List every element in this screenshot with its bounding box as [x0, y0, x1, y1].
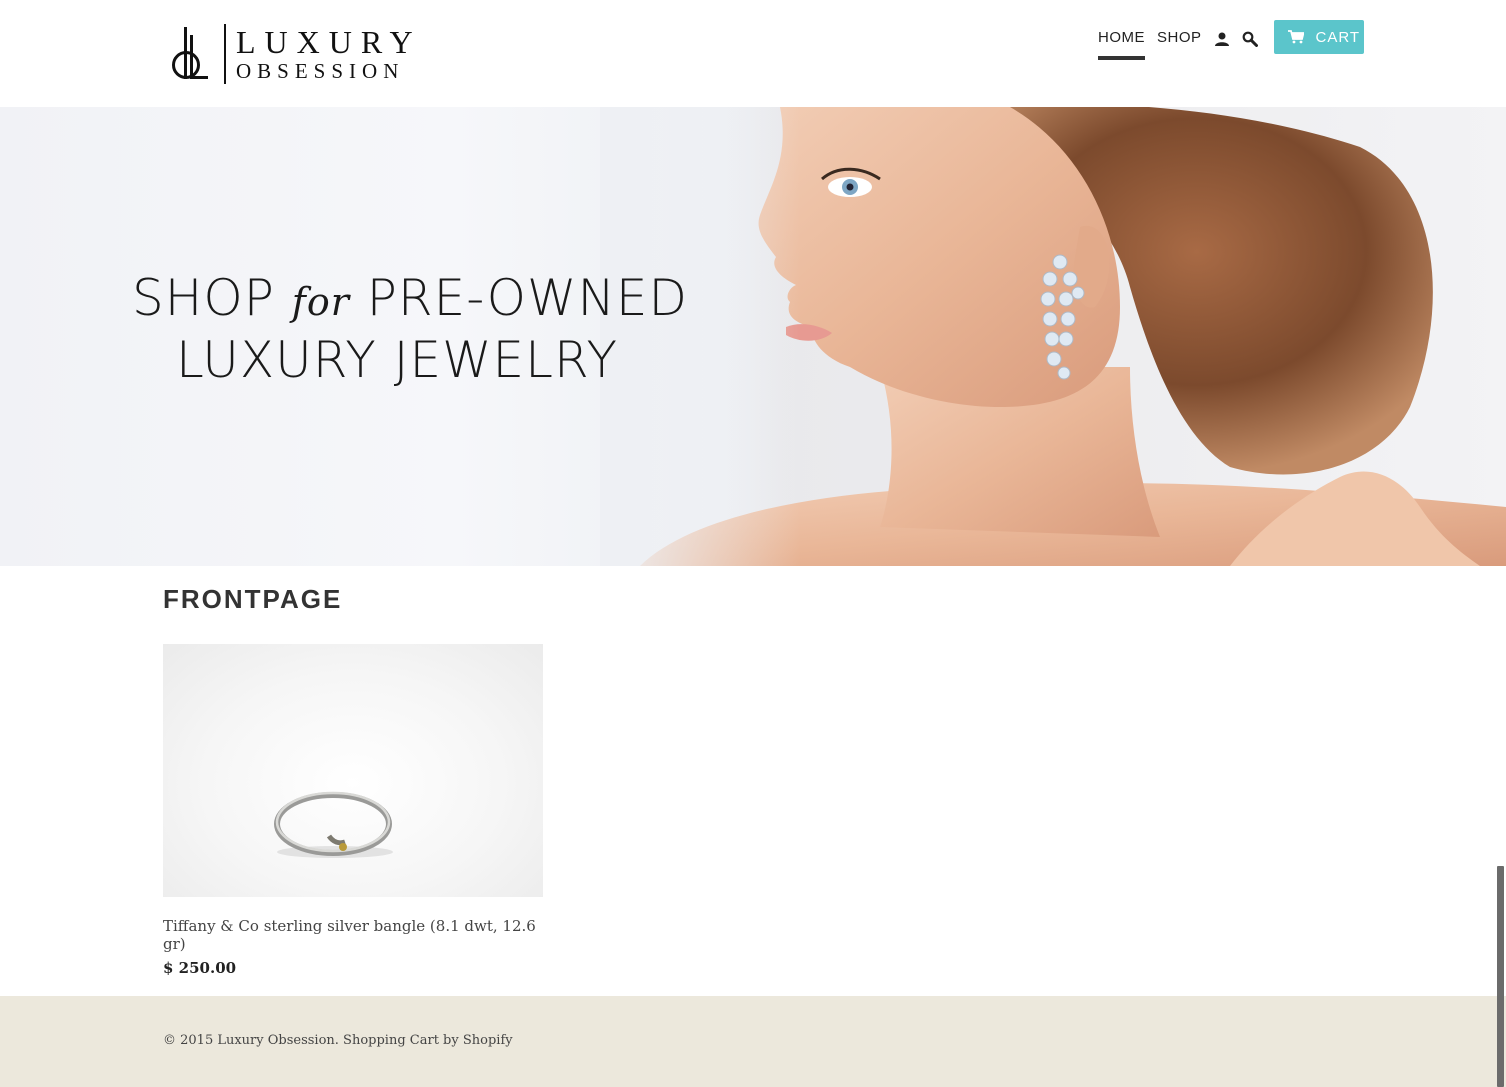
logo-line1: LUXURY [236, 24, 422, 60]
bangle-image [274, 791, 393, 858]
product-name[interactable]: Tiffany & Co sterling silver bangle (8.1… [163, 917, 543, 953]
product-card[interactable]: Tiffany & Co sterling silver bangle (8.1… [163, 644, 543, 977]
nav-home-link[interactable]: HOME [1098, 20, 1145, 60]
hero-headline: SHOP for PRE-OWNED LUXURY JEWELRY [132, 269, 687, 389]
search-icon[interactable] [1242, 31, 1258, 49]
cart-icon [1287, 30, 1304, 44]
product-image[interactable] [163, 644, 543, 897]
hero-line2: LUXURY JEWELRY [175, 331, 619, 389]
logo-monogram [168, 23, 216, 85]
hero-preowned-word: PRE-OWNED [366, 269, 688, 327]
nav-shop-link[interactable]: SHOP [1157, 20, 1202, 60]
logo-line2: OBSESSION [236, 59, 405, 83]
main-nav: HOME SHOP CART [1098, 20, 1364, 60]
cart-button[interactable]: CART [1273, 20, 1364, 54]
logo-divider [224, 24, 226, 84]
section-title: FRONTPAGE [163, 584, 343, 614]
site-header: LUXURY OBSESSION HOME SHOP CART [0, 0, 1506, 107]
scrollbar[interactable] [1497, 866, 1504, 1087]
user-icon[interactable] [1214, 31, 1230, 49]
site-footer: © 2015 Luxury Obsession. Shopping Cart b… [0, 996, 1506, 1087]
hero-for-word: for [291, 280, 350, 324]
product-price: $ 250.00 [163, 959, 237, 977]
cart-label: CART [1315, 28, 1361, 46]
footer-copyright: © 2015 Luxury Obsession. Shopping Cart b… [163, 1033, 513, 1048]
site-logo[interactable]: LUXURY OBSESSION [168, 22, 422, 86]
logo-wordmark: LUXURY OBSESSION [236, 25, 422, 83]
hero-banner[interactable]: SHOP for PRE-OWNED LUXURY JEWELRY [0, 107, 1506, 566]
hero-shop-word: SHOP [132, 269, 275, 327]
